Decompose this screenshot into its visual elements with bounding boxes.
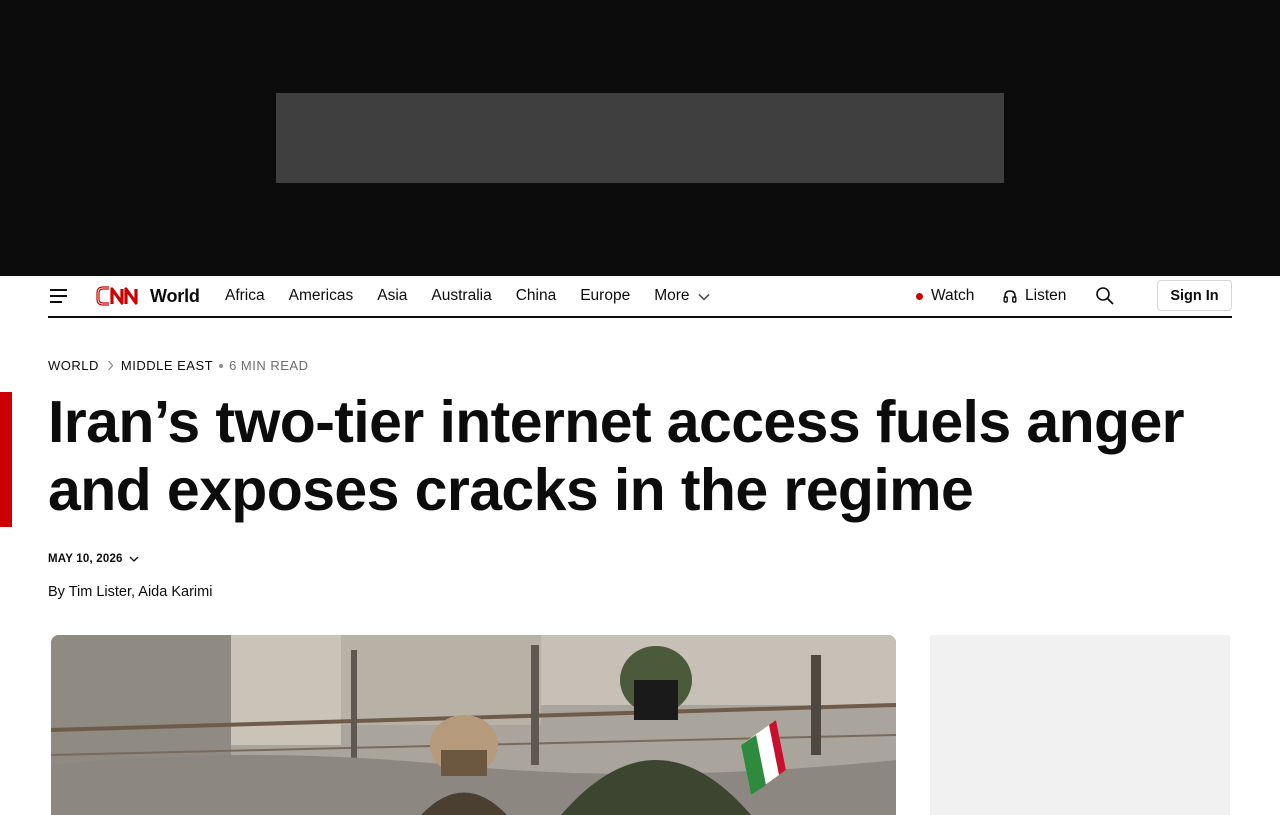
author-separator: , bbox=[131, 584, 136, 600]
sidebar-ad[interactable] bbox=[930, 635, 1230, 815]
read-time: 6 MIN READ bbox=[229, 358, 309, 373]
separator-dot bbox=[219, 363, 224, 368]
timestamp-toggle[interactable]: MAY 10, 2026 bbox=[48, 553, 139, 565]
search-icon[interactable] bbox=[1095, 286, 1115, 306]
breadcrumb-world[interactable]: WORLD bbox=[48, 358, 99, 373]
top-ad-zone bbox=[0, 0, 1280, 276]
chevron-right-icon bbox=[107, 360, 114, 371]
nav-link-australia[interactable]: Australia bbox=[431, 287, 491, 305]
chevron-down-icon bbox=[697, 293, 710, 301]
byline: By Tim Lister, Aida Karimi bbox=[48, 584, 212, 600]
nav-links: Africa Americas Asia Australia China Eur… bbox=[225, 287, 734, 305]
watch-link[interactable]: Watch bbox=[916, 287, 974, 305]
sign-in-button[interactable]: Sign In bbox=[1157, 280, 1232, 311]
listen-link[interactable]: Listen bbox=[1003, 287, 1066, 305]
author-link[interactable]: Aida Karimi bbox=[138, 584, 212, 600]
watch-label: Watch bbox=[931, 287, 975, 304]
section-name[interactable]: World bbox=[150, 286, 200, 307]
listen-label: Listen bbox=[1025, 287, 1067, 304]
site-header: World Africa Americas Asia Australia Chi… bbox=[48, 276, 1232, 318]
byline-prefix: By bbox=[48, 584, 65, 600]
publish-date: MAY 10, 2026 bbox=[48, 553, 123, 565]
menu-icon[interactable] bbox=[50, 288, 70, 304]
breadcrumb-middle-east[interactable]: MIDDLE EAST bbox=[121, 358, 213, 373]
breadcrumb: WORLD MIDDLE EAST 6 MIN READ bbox=[48, 358, 308, 373]
hero-image[interactable] bbox=[51, 635, 896, 815]
nav-link-china[interactable]: China bbox=[516, 287, 557, 305]
nav-link-asia[interactable]: Asia bbox=[377, 287, 407, 305]
banner-ad[interactable] bbox=[276, 93, 1004, 183]
nav-link-americas[interactable]: Americas bbox=[289, 287, 354, 305]
accent-bar bbox=[0, 392, 12, 527]
article-headline: Iran’s two-tier internet access fuels an… bbox=[48, 389, 1185, 523]
nav-link-europe[interactable]: Europe bbox=[580, 287, 630, 305]
cnn-logo[interactable] bbox=[95, 284, 143, 308]
more-menu[interactable]: More bbox=[654, 287, 710, 305]
hero-photo bbox=[51, 635, 896, 815]
author-link[interactable]: Tim Lister bbox=[69, 584, 131, 600]
chevron-down-icon bbox=[129, 556, 139, 562]
nav-link-africa[interactable]: Africa bbox=[225, 287, 265, 305]
headphones-icon bbox=[1003, 290, 1017, 303]
live-dot-icon bbox=[916, 292, 923, 300]
more-label: More bbox=[654, 287, 690, 304]
